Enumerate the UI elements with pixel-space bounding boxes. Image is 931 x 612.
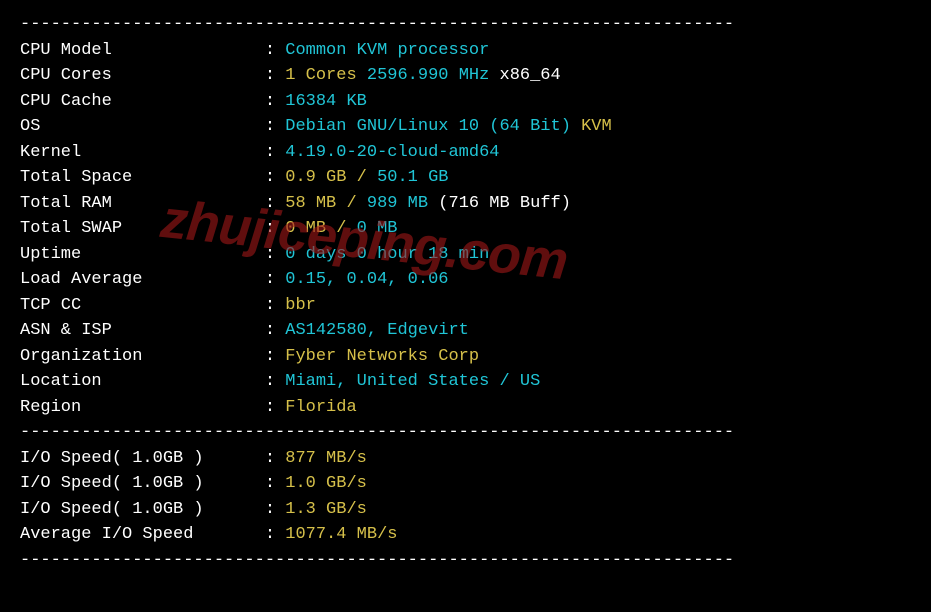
row-value-segment: 989 MB — [367, 194, 438, 213]
sysinfo-row: Load Average : 0.15, 0.04, 0.06 — [20, 267, 911, 293]
row-value-segment: Common KVM processor — [285, 41, 489, 60]
row-label: TCP CC — [20, 296, 265, 315]
row-colon: : — [265, 92, 285, 111]
row-value-segment: 1.3 GB/s — [285, 500, 367, 519]
row-label: CPU Cores — [20, 66, 265, 85]
row-value-segment: 877 MB/s — [285, 449, 367, 468]
row-value-segment: x86_64 — [500, 66, 561, 85]
row-colon: : — [265, 194, 285, 213]
row-colon: : — [265, 117, 285, 136]
row-label: Load Average — [20, 270, 265, 289]
row-colon: : — [265, 270, 285, 289]
row-colon: : — [265, 500, 285, 519]
iospeed-row: I/O Speed( 1.0GB ) : 1.0 GB/s — [20, 471, 911, 497]
row-value-segment: 58 MB / — [285, 194, 367, 213]
row-value-segment: Florida — [285, 398, 356, 417]
sysinfo-row: CPU Model : Common KVM processor — [20, 38, 911, 64]
row-value-segment: (716 MB Buff) — [438, 194, 571, 213]
row-colon: : — [265, 347, 285, 366]
sysinfo-row: Total RAM : 58 MB / 989 MB (716 MB Buff) — [20, 191, 911, 217]
row-colon: : — [265, 245, 285, 264]
row-label: Total SWAP — [20, 219, 265, 238]
row-value-segment: 0.9 GB / — [285, 168, 377, 187]
sysinfo-row: ASN & ISP : AS142580, Edgevirt — [20, 318, 911, 344]
row-label: Uptime — [20, 245, 265, 264]
row-label: CPU Cache — [20, 92, 265, 111]
row-colon: : — [265, 372, 285, 391]
sysinfo-row: Uptime : 0 days 0 hour 18 min — [20, 242, 911, 268]
row-value-segment: 0 days 0 hour 18 min — [285, 245, 489, 264]
row-colon: : — [265, 474, 285, 493]
row-label: Kernel — [20, 143, 265, 162]
row-value-segment: 0 MB / — [285, 219, 356, 238]
row-value-segment: 0 MB — [357, 219, 398, 238]
row-value-segment: Debian GNU/Linux 10 (64 Bit) — [285, 117, 581, 136]
row-colon: : — [265, 398, 285, 417]
row-label: I/O Speed( 1.0GB ) — [20, 449, 265, 468]
sysinfo-row: TCP CC : bbr — [20, 293, 911, 319]
sysinfo-block: CPU Model : Common KVM processorCPU Core… — [20, 38, 911, 421]
row-label: ASN & ISP — [20, 321, 265, 340]
row-label: Organization — [20, 347, 265, 366]
iospeed-row: I/O Speed( 1.0GB ) : 1.3 GB/s — [20, 497, 911, 523]
iospeed-row: Average I/O Speed : 1077.4 MB/s — [20, 522, 911, 548]
iospeed-block: I/O Speed( 1.0GB ) : 877 MB/sI/O Speed( … — [20, 446, 911, 548]
row-colon: : — [265, 143, 285, 162]
row-colon: : — [265, 296, 285, 315]
row-label: I/O Speed( 1.0GB ) — [20, 474, 265, 493]
iospeed-row: I/O Speed( 1.0GB ) : 877 MB/s — [20, 446, 911, 472]
row-value-segment: 0.15, 0.04, 0.06 — [285, 270, 448, 289]
row-colon: : — [265, 66, 285, 85]
row-colon: : — [265, 449, 285, 468]
row-label: Region — [20, 398, 265, 417]
row-label: I/O Speed( 1.0GB ) — [20, 500, 265, 519]
sysinfo-row: Total Space : 0.9 GB / 50.1 GB — [20, 165, 911, 191]
row-label: Total RAM — [20, 194, 265, 213]
row-label: Location — [20, 372, 265, 391]
row-label: OS — [20, 117, 265, 136]
row-value-segment: bbr — [285, 296, 316, 315]
row-value-segment: AS142580, Edgevirt — [285, 321, 469, 340]
row-value-segment: 4.19.0-20-cloud-amd64 — [285, 143, 499, 162]
row-label: Total Space — [20, 168, 265, 187]
row-colon: : — [265, 525, 285, 544]
row-value-segment: 16384 KB — [285, 92, 367, 111]
row-value-segment: KVM — [581, 117, 612, 136]
row-value-segment: 1 Cores — [285, 66, 356, 85]
divider-bottom: ----------------------------------------… — [20, 548, 911, 574]
sysinfo-row: OS : Debian GNU/Linux 10 (64 Bit) KVM — [20, 114, 911, 140]
sysinfo-row: CPU Cache : 16384 KB — [20, 89, 911, 115]
sysinfo-row: Organization : Fyber Networks Corp — [20, 344, 911, 370]
row-value-segment: 2596.990 MHz — [357, 66, 500, 85]
sysinfo-row: Region : Florida — [20, 395, 911, 421]
sysinfo-row: Kernel : 4.19.0-20-cloud-amd64 — [20, 140, 911, 166]
sysinfo-row: CPU Cores : 1 Cores 2596.990 MHz x86_64 — [20, 63, 911, 89]
row-value-segment: 50.1 GB — [377, 168, 448, 187]
row-colon: : — [265, 219, 285, 238]
row-colon: : — [265, 41, 285, 60]
row-value-segment: Miami, United States / US — [285, 372, 540, 391]
sysinfo-row: Location : Miami, United States / US — [20, 369, 911, 395]
row-colon: : — [265, 168, 285, 187]
divider-mid: ----------------------------------------… — [20, 420, 911, 446]
row-value-segment: Fyber Networks Corp — [285, 347, 479, 366]
sysinfo-row: Total SWAP : 0 MB / 0 MB — [20, 216, 911, 242]
row-value-segment: 1077.4 MB/s — [285, 525, 397, 544]
row-label: Average I/O Speed — [20, 525, 265, 544]
row-value-segment: 1.0 GB/s — [285, 474, 367, 493]
row-label: CPU Model — [20, 41, 265, 60]
divider-top: ----------------------------------------… — [20, 12, 911, 38]
row-colon: : — [265, 321, 285, 340]
